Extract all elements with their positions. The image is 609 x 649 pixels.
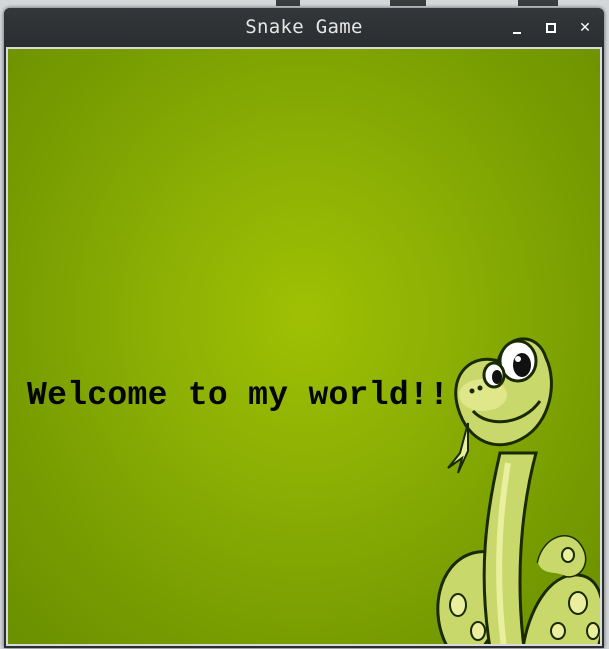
window-titlebar[interactable]: Snake Game ✕ bbox=[4, 8, 604, 46]
snake-tongue bbox=[447, 422, 469, 474]
close-icon: ✕ bbox=[579, 20, 591, 36]
snake-neck bbox=[482, 451, 538, 644]
snake-mascot-icon bbox=[436, 337, 600, 644]
minimize-button[interactable] bbox=[506, 17, 528, 39]
desktop-icon-fragment bbox=[390, 0, 426, 6]
maximize-button[interactable] bbox=[540, 17, 562, 39]
desktop-icon-fragment bbox=[276, 0, 300, 6]
game-canvas[interactable]: Welcome to my world!! bbox=[6, 47, 602, 646]
welcome-message: Welcome to my world!! bbox=[27, 377, 450, 414]
close-button[interactable]: ✕ bbox=[574, 17, 596, 39]
game-window: Snake Game ✕ Welcome to my world!! bbox=[4, 8, 604, 648]
snake-head bbox=[454, 337, 553, 447]
desktop-icon-fragment bbox=[518, 0, 558, 6]
